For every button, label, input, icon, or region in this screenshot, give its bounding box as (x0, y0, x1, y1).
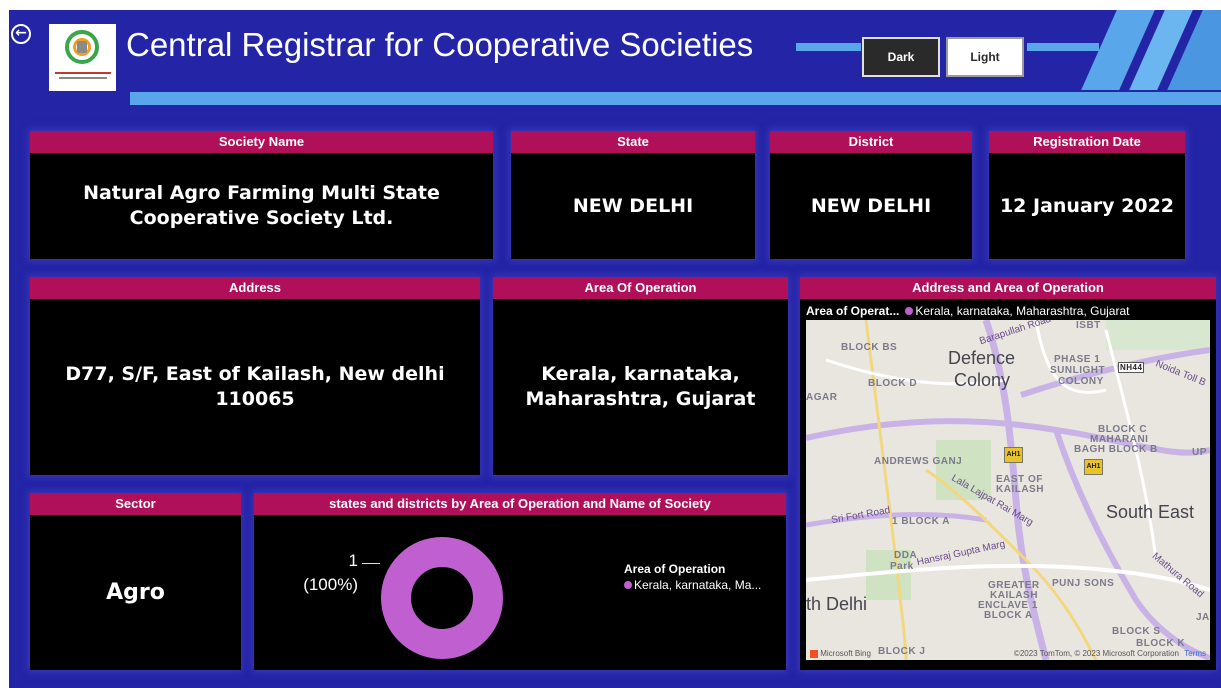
header-decor-line (796, 43, 861, 51)
logo-caption-line (55, 72, 111, 74)
map-label: PUNJ SONS (1052, 578, 1115, 589)
map-canvas[interactable]: BLOCK BS Defence Colony PHASE 1 SUNLIGHT… (806, 320, 1210, 660)
bing-label: Microsoft Bing (820, 649, 871, 658)
header-decor-line (1027, 43, 1099, 51)
emblem-icon (77, 41, 87, 53)
map-label: PHASE 1 (1054, 354, 1101, 365)
district-card: District NEW DELHI (770, 131, 972, 259)
report-canvas: ← Central Registrar for Cooperative Soci… (9, 10, 1221, 688)
card-header: Area Of Operation (493, 277, 788, 299)
sector-value: Agro (106, 580, 165, 605)
map-label: AGAR (806, 392, 838, 403)
map-legend-item: Kerala, karnataka, Maharashtra, Gujarat (915, 304, 1130, 318)
sector-card: Sector Agro (30, 493, 241, 670)
map-label: BLOCK BS (841, 342, 898, 353)
map-label: UP (1192, 447, 1207, 458)
card-header: Address (30, 277, 480, 299)
area-of-operation-card: Area Of Operation Kerala, karnataka, Mah… (493, 277, 788, 475)
address-value: D77, S/F, East of Kailash, New delhi 110… (65, 363, 445, 410)
society-name-card: Society Name Natural Agro Farming Multi … (30, 131, 493, 259)
society-name-value: Natural Agro Farming Multi State Coopera… (83, 182, 440, 229)
ministry-logo (49, 24, 116, 91)
card-header: Sector (30, 493, 241, 515)
microsoft-logo-icon (810, 649, 818, 658)
map-copyright: ©2023 TomTom, © 2023 Microsoft Corporati… (1014, 649, 1206, 658)
legend-item-label: Kerala, karnataka, Ma... (634, 578, 762, 592)
address-card: Address D77, S/F, East of Kailash, New d… (30, 277, 480, 475)
map-label: BAGH BLOCK B (1074, 444, 1158, 455)
dark-theme-button[interactable]: Dark (862, 37, 940, 77)
map-label: BLOCK K (1136, 638, 1186, 649)
card-header: states and districts by Area of Operatio… (254, 493, 786, 515)
copyright-text: ©2023 TomTom, © 2023 Microsoft Corporati… (1013, 649, 1179, 658)
card-header: Society Name (30, 131, 493, 153)
map-label: ANDREWS GANJ (874, 456, 963, 467)
logo-caption-line (59, 77, 107, 79)
map-visual-card: Address and Area of Operation Area of Op… (800, 277, 1216, 670)
ah1-shield-icon: AH1 (1084, 459, 1103, 475)
map-label: South East (1106, 502, 1195, 522)
donut-chart[interactable] (374, 530, 510, 666)
map-label: KAILASH (996, 484, 1044, 495)
donut-slice[interactable] (381, 537, 503, 659)
donut-legend-title: Area of Operation (624, 562, 726, 576)
map-label: th Delhi (806, 594, 868, 614)
map-label: COLONY (1058, 376, 1104, 387)
map-label: 1 BLOCK A (892, 516, 951, 527)
card-header: Address and Area of Operation (800, 277, 1216, 299)
district-value: NEW DELHI (810, 194, 932, 217)
back-arrow-icon[interactable]: ← (11, 24, 31, 44)
area-of-operation-value: Kerala, karnataka, Maharashtra, Gujarat (525, 363, 756, 410)
map-label: SUNLIGHT (1050, 365, 1106, 376)
map-label: BLOCK D (868, 378, 918, 389)
map-label: ISBT (1076, 320, 1101, 331)
card-header: Registration Date (989, 131, 1185, 153)
legend-dot-icon (905, 307, 914, 315)
donut-legend-item[interactable]: Kerala, karnataka, Ma... (624, 578, 761, 592)
map-label: DDA (894, 550, 918, 561)
page-title: Central Registrar for Cooperative Societ… (126, 26, 754, 63)
map-label: BLOCK A (984, 610, 1033, 621)
registration-date-value: 12 January 2022 (999, 194, 1175, 217)
header-underline-bar (130, 92, 1221, 105)
state-value: NEW DELHI (572, 194, 694, 217)
card-header: District (770, 131, 972, 153)
donut-data-label-value: 1 (348, 551, 358, 570)
card-header: State (511, 131, 755, 153)
donut-data-label-percent: (100%) (303, 575, 358, 594)
bing-attribution[interactable]: Microsoft Bing (810, 649, 871, 658)
map-label: Defence (948, 348, 1016, 368)
map-label: Colony (954, 370, 1011, 390)
registration-date-card: Registration Date 12 January 2022 (989, 131, 1185, 259)
map-label: BLOCK S (1112, 626, 1161, 637)
map-label: Park (890, 561, 914, 572)
data-label-leader-line (362, 563, 380, 564)
terms-link[interactable]: Terms (1184, 649, 1206, 658)
state-card: State NEW DELHI (511, 131, 755, 259)
nh44-shield: NH44 (1118, 362, 1145, 373)
map-label: JA (1196, 612, 1210, 623)
ah1-shield-icon: AH1 (1004, 447, 1023, 463)
map-legend-title: Area of Operat... (806, 304, 900, 318)
map-label: BLOCK J (878, 646, 926, 657)
light-theme-button[interactable]: Light (946, 37, 1024, 77)
donut-chart-card: states and districts by Area of Operatio… (254, 493, 786, 670)
legend-dot-icon (624, 581, 632, 589)
map-legend: Area of Operat... Kerala, karnataka, Maha… (806, 304, 1129, 318)
